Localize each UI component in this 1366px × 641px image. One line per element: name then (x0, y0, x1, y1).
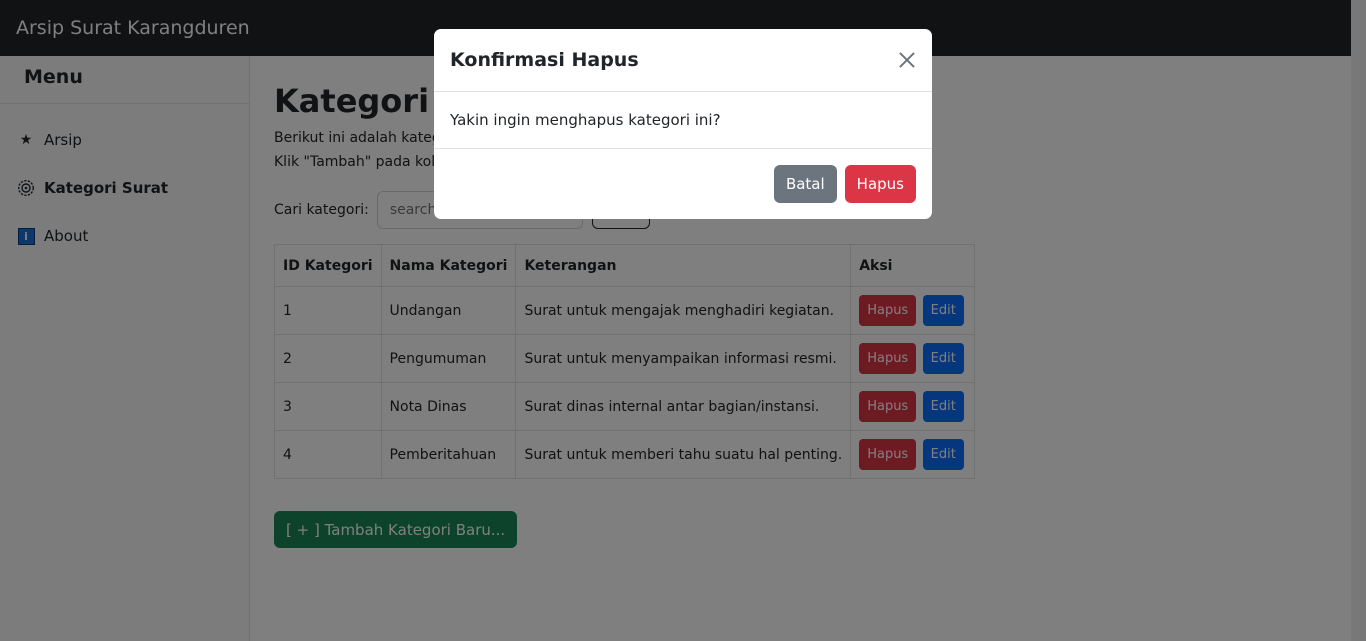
modal-title: Konfirmasi Hapus (450, 49, 639, 71)
modal-header: Konfirmasi Hapus (434, 29, 932, 92)
close-icon[interactable] (896, 49, 918, 71)
cancel-button[interactable]: Batal (773, 165, 837, 203)
modal-body: Yakin ingin menghapus kategori ini? (434, 92, 932, 149)
modal-footer: Batal Hapus (434, 149, 932, 219)
delete-confirm-modal: Konfirmasi Hapus Yakin ingin menghapus k… (434, 29, 932, 219)
confirm-delete-button[interactable]: Hapus (844, 165, 916, 203)
modal-message: Yakin ingin menghapus kategori ini? (450, 111, 721, 129)
